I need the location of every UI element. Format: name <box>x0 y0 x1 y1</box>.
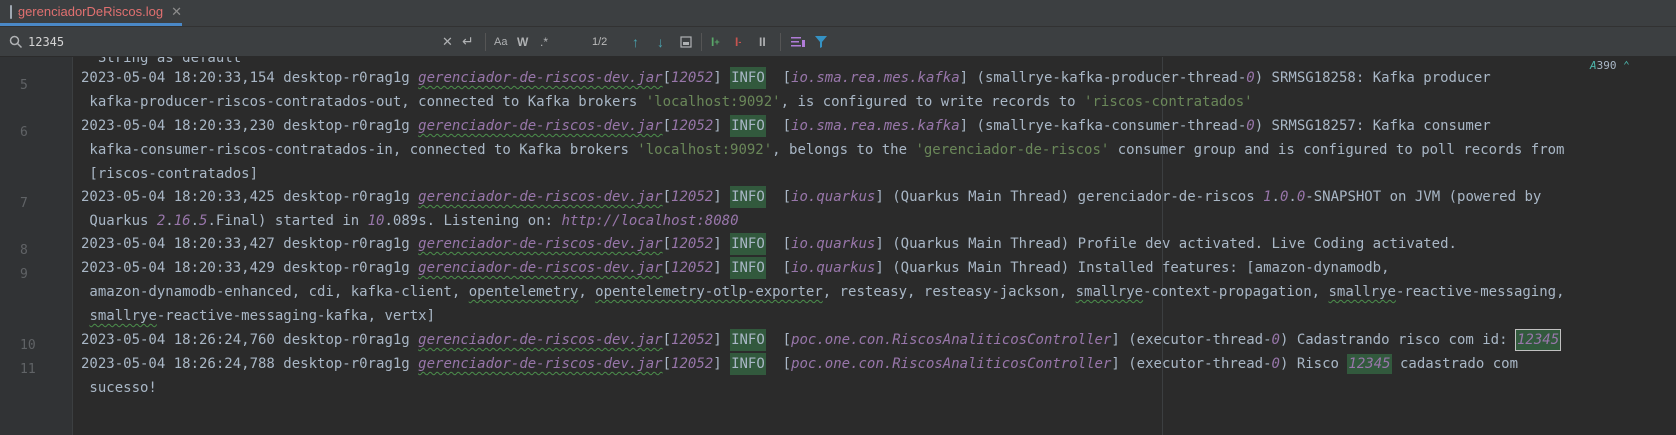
whole-words-toggle[interactable]: W <box>517 27 528 56</box>
line-number: 5 <box>20 78 28 93</box>
next-occurrence-icon[interactable]: ↓ <box>657 27 664 56</box>
editor-area[interactable]: 5 6 7 8 9 10 11 A390 ⌃ String as default… <box>0 57 1676 435</box>
inspection-icon: A <box>1590 59 1597 72</box>
close-tab-icon[interactable]: ✕ <box>171 4 182 20</box>
divider <box>485 33 486 51</box>
filter-icon[interactable] <box>815 27 827 56</box>
chevron-up-icon[interactable]: ⌃ <box>1623 59 1630 72</box>
log-line: 2023-05-04 18:20:33,154 desktop-r0rag1g … <box>81 65 1491 91</box>
add-occurrence-icon[interactable]: I + <box>711 27 720 56</box>
line-number: 11 <box>20 362 36 377</box>
select-all-cursors-icon[interactable]: II <box>759 27 766 56</box>
log-file-icon <box>10 4 19 19</box>
search-match-current: 12345 <box>1514 329 1562 351</box>
match-counter: 1/2 <box>592 35 608 48</box>
log-line: 2023-05-04 18:20:33,429 desktop-r0rag1g … <box>81 255 1390 281</box>
tab-label: gerenciadorDeRiscos.log <box>17 4 164 19</box>
line-number: 7 <box>20 196 28 211</box>
log-line: kafka-consumer-riscos-contratados-in, co… <box>81 142 1565 158</box>
remove-occurrence-icon[interactable]: I- <box>735 27 741 56</box>
line-number: 6 <box>20 125 28 140</box>
editor-tab-bar: gerenciadorDeRiscos.log ✕ <box>0 0 1676 27</box>
inspection-widget[interactable]: A390 ⌃ <box>1590 59 1630 72</box>
search-input[interactable]: 12345 <box>28 27 64 56</box>
log-line: kafka-producer-riscos-contratados-out, c… <box>81 94 1253 110</box>
search-match: 12345 <box>1347 354 1392 374</box>
localhost-link[interactable]: http://localhost:8080 <box>562 213 739 229</box>
previous-occurrence-icon[interactable]: ↑ <box>632 27 639 56</box>
search-icon[interactable] <box>9 27 23 56</box>
log-line: 2023-05-04 18:20:33,230 desktop-r0rag1g … <box>81 113 1491 139</box>
regex-toggle[interactable]: .* <box>540 27 548 56</box>
log-line: 2023-05-04 18:26:24,788 desktop-r0rag1g … <box>81 351 1518 377</box>
line-number: 10 <box>20 338 36 353</box>
divider <box>780 33 781 51</box>
match-case-toggle[interactable]: Aa <box>494 27 507 56</box>
find-bar: 12345 ✕ ↵ Aa W .* 1/2 ↑ ↓ I + I- II <box>0 27 1676 57</box>
divider <box>701 33 702 51</box>
log-file-tab[interactable]: gerenciadorDeRiscos.log ✕ <box>0 0 182 26</box>
new-line-icon[interactable]: ↵ <box>462 27 474 56</box>
select-all-occurrences-icon[interactable] <box>680 27 692 56</box>
log-line: sucesso! <box>81 380 157 396</box>
log-line: smallrye-reactive-messaging-kafka, vertx… <box>89 308 436 324</box>
line-number: 9 <box>20 267 28 282</box>
line-number: 8 <box>20 243 28 258</box>
clear-search-icon[interactable]: ✕ <box>442 27 453 56</box>
log-line: 2023-05-04 18:20:33,427 desktop-r0rag1g … <box>81 231 1457 257</box>
log-line: 2023-05-04 18:26:24,760 desktop-r0rag1g … <box>81 327 1562 353</box>
log-line: amazon-dynamodb-enhanced, cdi, kafka-cli… <box>81 284 1565 300</box>
log-line: 2023-05-04 18:20:33,425 desktop-r0rag1g … <box>81 184 1541 210</box>
filter-in-selection-icon[interactable] <box>791 27 805 56</box>
